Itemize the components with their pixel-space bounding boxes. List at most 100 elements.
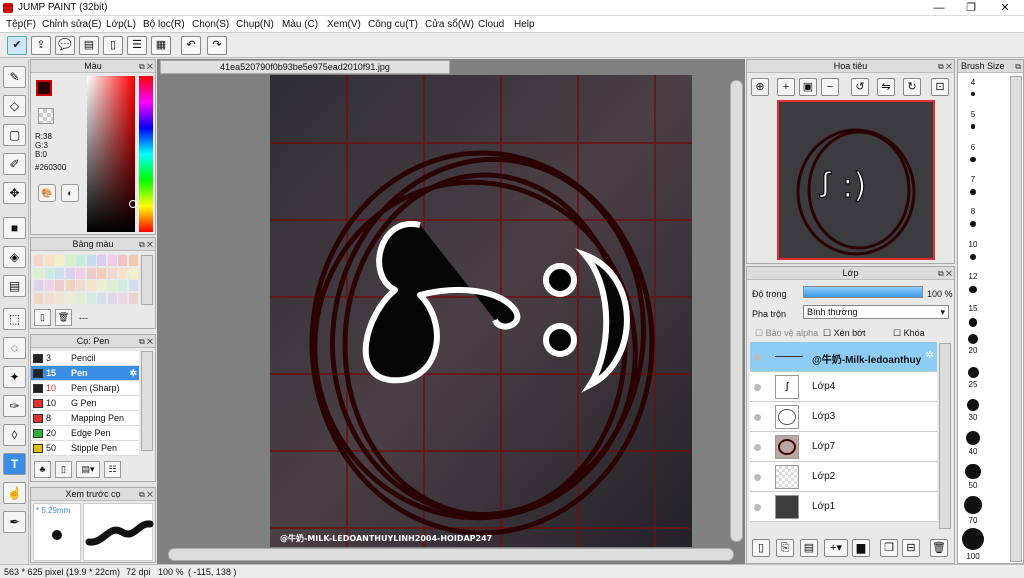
panel-controls-icon[interactable]: ⧉ ✕ <box>938 268 952 280</box>
palette-swatch[interactable] <box>118 280 127 291</box>
brush-item-pen-sharp[interactable]: 10 Pen (Sharp) <box>31 381 139 396</box>
palette-icon[interactable]: 🎨 <box>38 184 56 202</box>
palette-swatch[interactable] <box>76 280 85 291</box>
export-icon[interactable]: ⇪ <box>31 36 51 55</box>
redo-button[interactable]: ↷ <box>207 36 227 55</box>
palette-swatch[interactable] <box>55 280 64 291</box>
layer-row[interactable]: ꭍ Lớp4 <box>750 372 937 402</box>
menu-layer[interactable]: Lớp(L) <box>106 19 136 30</box>
gear-icon[interactable]: ✲ <box>926 350 934 361</box>
document-tab[interactable]: 41ea520790f0b93be5e975ead2010f91.jpg <box>160 60 450 74</box>
brush-size-option[interactable]: 10 <box>958 238 988 270</box>
brush-settings-icon[interactable]: ☷ <box>104 461 121 478</box>
visibility-icon[interactable] <box>754 414 761 421</box>
layer-row[interactable]: Lớp3 <box>750 402 937 432</box>
zoom-icon[interactable]: ⊕ <box>751 78 769 96</box>
opacity-slider[interactable] <box>803 286 923 298</box>
brush-tree-icon[interactable]: ♣ <box>34 461 51 478</box>
transparent-swatch[interactable] <box>38 108 54 124</box>
brush-item-mapping-pen[interactable]: 8 Mapping Pen <box>31 411 139 426</box>
palette-swatch[interactable] <box>44 292 54 304</box>
palette-swatch[interactable] <box>76 267 85 279</box>
palette-swatch[interactable] <box>44 255 54 266</box>
palette-swatch[interactable] <box>128 267 138 279</box>
panel-controls-icon[interactable]: ⧉ ✕ <box>139 239 153 251</box>
palette-swatch[interactable] <box>97 255 106 266</box>
brush-item-g-pen[interactable]: 10 G Pen <box>31 396 139 411</box>
zoom-fit-icon[interactable]: ▣ <box>799 78 817 96</box>
palette-swatch[interactable] <box>55 267 64 279</box>
eraser-tool-icon[interactable]: ◇ <box>3 95 26 117</box>
brush-item-stipple-pen[interactable]: 50 Stipple Pen <box>31 441 139 456</box>
grid-icon[interactable]: ▦ <box>151 36 171 55</box>
palette-swatch[interactable] <box>34 280 43 291</box>
reset-icon[interactable]: ⊡ <box>931 78 949 96</box>
menu-capture[interactable]: Chụp(N) <box>236 19 274 30</box>
flip-icon[interactable]: ⇋ <box>877 78 895 96</box>
document-canvas[interactable]: @牛奶-MILK-LEDOANTHUYLINH2004-HOIDAP247 <box>270 75 692 547</box>
dropper-tool-icon[interactable]: ✒ <box>3 511 26 533</box>
palette-swatch[interactable] <box>34 292 43 304</box>
new-brush-icon[interactable]: ▯ <box>55 461 72 478</box>
brush-size-option[interactable]: 30 <box>958 399 988 431</box>
palette-swatch[interactable] <box>86 255 96 266</box>
navigator-preview[interactable]: ꭍ :) <box>777 100 935 260</box>
bucket-tool-icon[interactable]: ◈ <box>3 246 26 268</box>
palette-swatch[interactable] <box>65 255 75 266</box>
menu-filter[interactable]: Bộ lọc(R) <box>143 19 185 30</box>
palette-swatch[interactable] <box>34 255 43 266</box>
brush-list-scrollbar[interactable] <box>141 351 153 451</box>
brush-size-option[interactable]: 5 <box>958 108 988 140</box>
palette-swatch[interactable] <box>44 267 54 279</box>
menu-color[interactable]: Màu (C) <box>282 19 318 30</box>
palette-swatch[interactable] <box>107 280 117 291</box>
add-layer-menu-icon[interactable]: +▾ <box>824 539 848 557</box>
trash-icon[interactable]: 🗑 <box>930 539 948 557</box>
brush-size-option[interactable]: 4 <box>958 76 988 108</box>
palette-swatch[interactable] <box>128 255 138 266</box>
menu-help[interactable]: Help <box>514 19 535 30</box>
check-icon[interactable]: ✔ <box>7 36 27 55</box>
layer-row[interactable]: Lớp2 <box>750 462 937 492</box>
palette-swatch[interactable] <box>118 292 127 304</box>
palette-scrollbar[interactable] <box>141 255 153 305</box>
panel-controls-icon[interactable]: ⧉ <box>1015 61 1021 73</box>
visibility-icon[interactable] <box>754 504 761 511</box>
lasso-tool-icon[interactable]: ◌ <box>3 337 26 359</box>
zoom-out-icon[interactable]: − <box>821 78 839 96</box>
layers-scrollbar[interactable] <box>939 343 951 529</box>
clip-checkbox[interactable]: ☐ Xén bớt <box>823 328 866 339</box>
hand-tool-icon[interactable]: ☝ <box>3 482 26 504</box>
layer-props-icon[interactable]: ▤ <box>800 539 818 557</box>
zoom-in-icon[interactable]: + <box>777 78 795 96</box>
palette-swatch[interactable] <box>55 292 64 304</box>
brush-size-option[interactable]: 6 <box>958 141 988 173</box>
select-eraser-icon[interactable]: ◊ <box>3 424 26 446</box>
visibility-icon[interactable] <box>754 384 761 391</box>
palette-swatch-grid[interactable] <box>34 255 139 305</box>
new-swatch-icon[interactable]: ▯ <box>34 309 51 326</box>
menu-window[interactable]: Cửa sổ(W) <box>425 19 474 30</box>
select-pen-icon[interactable]: ✑ <box>3 395 26 417</box>
brush-item-pen[interactable]: 15 Pen ✲ <box>31 366 139 381</box>
palette-swatch[interactable] <box>118 267 127 279</box>
palette-swatch[interactable] <box>55 255 64 266</box>
trash-icon[interactable]: 🗑 <box>55 309 72 326</box>
menu-view[interactable]: Xem(V) <box>327 19 361 30</box>
copy-layer-icon[interactable]: ⎘ <box>776 539 794 557</box>
palette-swatch[interactable] <box>97 292 106 304</box>
panel-controls-icon[interactable]: ⧉ ✕ <box>139 336 153 348</box>
palette-swatch[interactable] <box>65 280 75 291</box>
color-wheel-icon[interactable]: ◐ <box>61 184 79 202</box>
canvas-v-scrollbar[interactable] <box>730 80 743 542</box>
palette-swatch[interactable] <box>76 292 85 304</box>
palette-swatch[interactable] <box>107 255 117 266</box>
brush-size-option[interactable]: 25 <box>958 366 988 399</box>
palette-swatch[interactable] <box>128 292 138 304</box>
blend-mode-select[interactable]: Bình thường ▾ <box>803 305 949 319</box>
minimize-button[interactable]: — <box>924 1 954 15</box>
palette-swatch[interactable] <box>97 280 106 291</box>
palette-swatch[interactable] <box>44 280 54 291</box>
comment-icon[interactable]: 💬 <box>55 36 75 55</box>
gradient-tool-icon[interactable]: ▤ <box>3 275 26 297</box>
